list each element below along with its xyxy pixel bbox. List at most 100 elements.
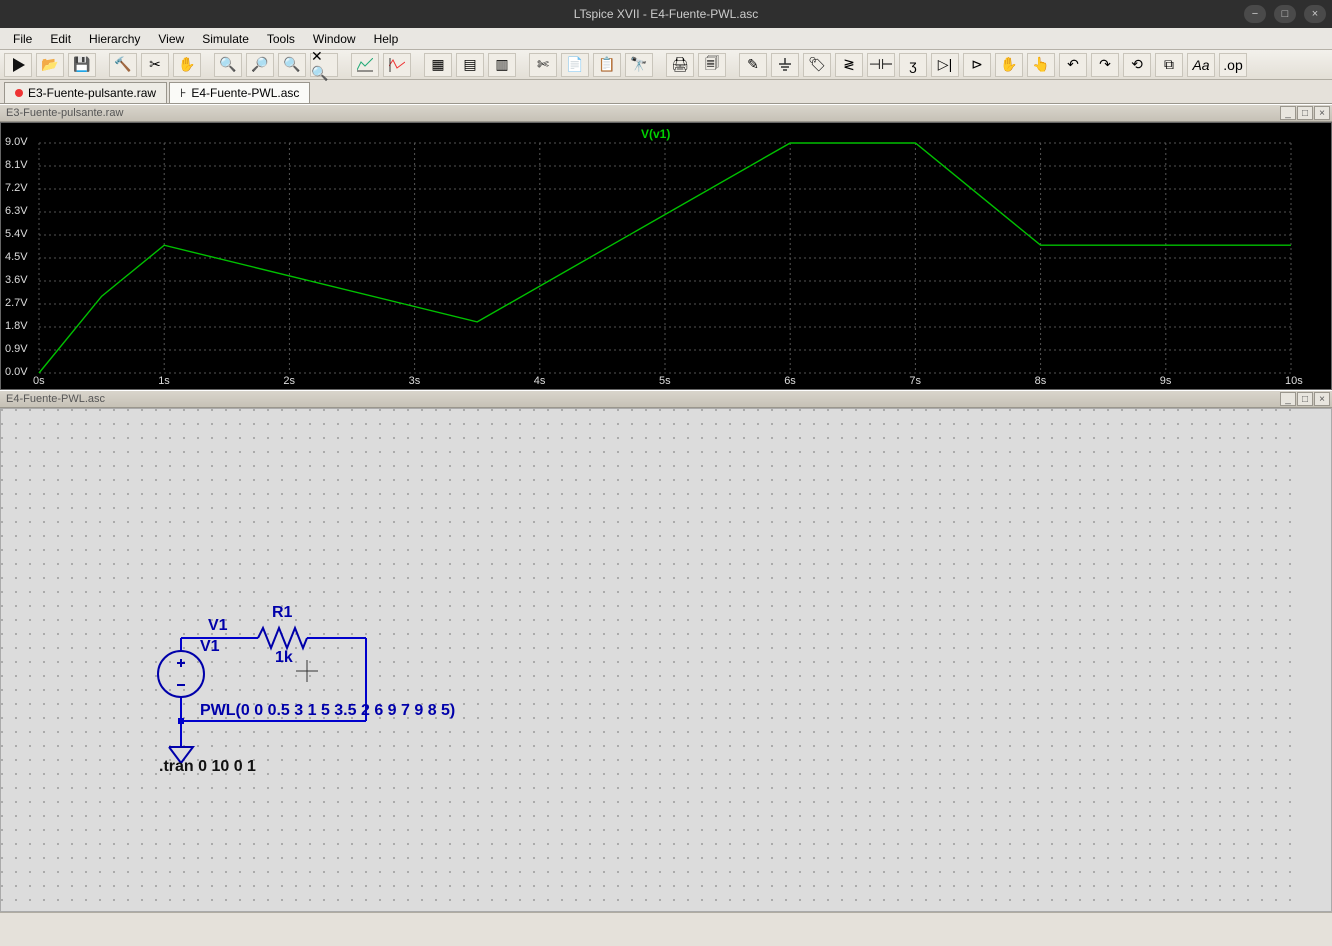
label-tool-icon[interactable]: 🏷 — [803, 53, 831, 77]
menu-tools[interactable]: Tools — [260, 30, 302, 48]
minimize-button[interactable]: − — [1244, 5, 1266, 23]
waveform-pane-title: E3-Fuente-pulsante.raw _ □ × — [0, 104, 1332, 122]
copy-button[interactable]: 📄 — [561, 53, 589, 77]
y-tick-label: 4.5V — [5, 251, 28, 263]
drag-tool-icon[interactable]: 👆 — [1027, 53, 1055, 77]
schematic-icon: ⊦ — [180, 86, 186, 100]
close-windows-icon[interactable]: ▥ — [488, 53, 516, 77]
zoom-fit-button[interactable]: ✕🔍 — [310, 53, 338, 77]
y-tick-label: 0.0V — [5, 366, 28, 378]
cascade-windows-icon[interactable]: ▤ — [456, 53, 484, 77]
wire-tool-icon[interactable]: ✎ — [739, 53, 767, 77]
x-tick-label: 9s — [1160, 375, 1172, 387]
cut-button[interactable]: ✄ — [529, 53, 557, 77]
pane-maximize-button[interactable]: □ — [1297, 106, 1313, 120]
rotate-tool-icon[interactable]: ⟲ — [1123, 53, 1151, 77]
x-tick-label: 3s — [409, 375, 421, 387]
open-button[interactable]: 📂 — [36, 53, 64, 77]
print-button[interactable]: 🖨 — [666, 53, 694, 77]
x-tick-label: 5s — [659, 375, 671, 387]
text-tool-icon[interactable]: Aa — [1187, 53, 1215, 77]
run-button[interactable] — [4, 53, 32, 77]
component-tool-icon[interactable]: ⊳ — [963, 53, 991, 77]
menu-window[interactable]: Window — [306, 30, 363, 48]
autorange-x-icon[interactable] — [351, 53, 379, 77]
status-bar — [0, 912, 1332, 934]
ground-tool-icon[interactable] — [771, 53, 799, 77]
spice-directive-text[interactable]: .tran 0 10 0 1 — [159, 758, 256, 776]
inductor-tool-icon[interactable]: ʒ — [899, 53, 927, 77]
capacitor-tool-icon[interactable]: ⊣⊢ — [867, 53, 895, 77]
y-tick-label: 1.8V — [5, 320, 28, 332]
x-tick-label: 7s — [909, 375, 921, 387]
tab-waveform[interactable]: E3-Fuente-pulsante.raw — [4, 82, 167, 103]
pane-close-button[interactable]: × — [1314, 392, 1330, 406]
pane-close-button[interactable]: × — [1314, 106, 1330, 120]
x-tick-label: 10s — [1285, 375, 1303, 387]
toolbar: 📂 💾 🔨 ✂ ✋ 🔍 🔎 🔍 ✕🔍 ▦ ▤ ▥ ✄ 📄 📋 🔭 🖨 🗐 ✎ 🏷… — [0, 50, 1332, 80]
diode-tool-icon[interactable]: ▷| — [931, 53, 959, 77]
schematic-grid — [1, 409, 1297, 912]
pane-maximize-button[interactable]: □ — [1297, 392, 1313, 406]
x-tick-label: 6s — [784, 375, 796, 387]
resistor-tool-icon[interactable]: ≷ — [835, 53, 863, 77]
tab-label: E3-Fuente-pulsante.raw — [28, 86, 156, 100]
tile-windows-icon[interactable]: ▦ — [424, 53, 452, 77]
y-tick-label: 0.9V — [5, 343, 28, 355]
schematic-pane-title: E4-Fuente-PWL.asc _ □ × — [0, 390, 1332, 408]
menu-help[interactable]: Help — [367, 30, 406, 48]
schematic-pane-title-text: E4-Fuente-PWL.asc — [6, 393, 105, 405]
find-button[interactable]: 🔭 — [625, 53, 653, 77]
mirror-tool-icon[interactable]: ⧉ — [1155, 53, 1183, 77]
scissors-icon[interactable]: ✂ — [141, 53, 169, 77]
paste-component-icon[interactable]: ✋ — [173, 53, 201, 77]
y-tick-label: 5.4V — [5, 228, 28, 240]
net-label[interactable]: V1 — [208, 617, 228, 635]
print-setup-button[interactable]: 🗐 — [698, 53, 726, 77]
waveform-pane-title-text: E3-Fuente-pulsante.raw — [6, 107, 123, 119]
x-tick-label: 1s — [158, 375, 170, 387]
zoom-pan-button[interactable]: 🔎 — [246, 53, 274, 77]
x-tick-label: 2s — [283, 375, 295, 387]
zoom-in-button[interactable]: 🔍 — [214, 53, 242, 77]
menu-file[interactable]: File — [6, 30, 39, 48]
menu-hierarchy[interactable]: Hierarchy — [82, 30, 147, 48]
menu-view[interactable]: View — [151, 30, 191, 48]
tab-schematic[interactable]: ⊦ E4-Fuente-PWL.asc — [169, 82, 310, 103]
voltage-source-refdes[interactable]: V1 — [200, 638, 220, 656]
window-titlebar: LTspice XVII - E4-Fuente-PWL.asc − □ × — [0, 0, 1332, 28]
document-tabbar: E3-Fuente-pulsante.raw ⊦ E4-Fuente-PWL.a… — [0, 80, 1332, 104]
window-controls: − □ × — [1244, 5, 1326, 23]
autorange-y-icon[interactable] — [383, 53, 411, 77]
y-tick-label: 2.7V — [5, 297, 28, 309]
plot-svg — [1, 123, 1297, 391]
y-tick-label: 9.0V — [5, 136, 28, 148]
pane-minimize-button[interactable]: _ — [1280, 106, 1296, 120]
paste-button[interactable]: 📋 — [593, 53, 621, 77]
y-tick-label: 8.1V — [5, 159, 28, 171]
move-tool-icon[interactable]: ✋ — [995, 53, 1023, 77]
save-button[interactable]: 💾 — [68, 53, 96, 77]
menubar: File Edit Hierarchy View Simulate Tools … — [0, 28, 1332, 50]
y-tick-label: 3.6V — [5, 274, 28, 286]
y-tick-label: 6.3V — [5, 205, 28, 217]
undo-button[interactable]: ↶ — [1059, 53, 1087, 77]
menu-simulate[interactable]: Simulate — [195, 30, 256, 48]
close-button[interactable]: × — [1304, 5, 1326, 23]
voltage-source-value[interactable]: PWL(0 0 0.5 3 1 5 3.5 2 6 9 7 9 8 5) — [200, 702, 455, 720]
wire-junction — [178, 718, 184, 724]
waveform-icon — [15, 89, 23, 97]
pane-minimize-button[interactable]: _ — [1280, 392, 1296, 406]
maximize-button[interactable]: □ — [1274, 5, 1296, 23]
x-tick-label: 0s — [33, 375, 45, 387]
zoom-out-button[interactable]: 🔍 — [278, 53, 306, 77]
menu-edit[interactable]: Edit — [43, 30, 78, 48]
waveform-plot[interactable]: V(v1) 9.0V8.1V7.2V6.3V5.4V4.5V3.6V2.7V1.… — [0, 122, 1332, 390]
spice-directive-tool-icon[interactable]: .op — [1219, 53, 1247, 77]
resistor-value[interactable]: 1k — [275, 649, 293, 667]
resistor-refdes[interactable]: R1 — [272, 604, 292, 622]
hammer-icon[interactable]: 🔨 — [109, 53, 137, 77]
schematic-canvas[interactable]: V1 V1 R1 1k PWL(0 0 0.5 3 1 5 3.5 2 6 9 … — [0, 408, 1332, 912]
redo-button[interactable]: ↷ — [1091, 53, 1119, 77]
trace-label[interactable]: V(v1) — [641, 127, 670, 141]
